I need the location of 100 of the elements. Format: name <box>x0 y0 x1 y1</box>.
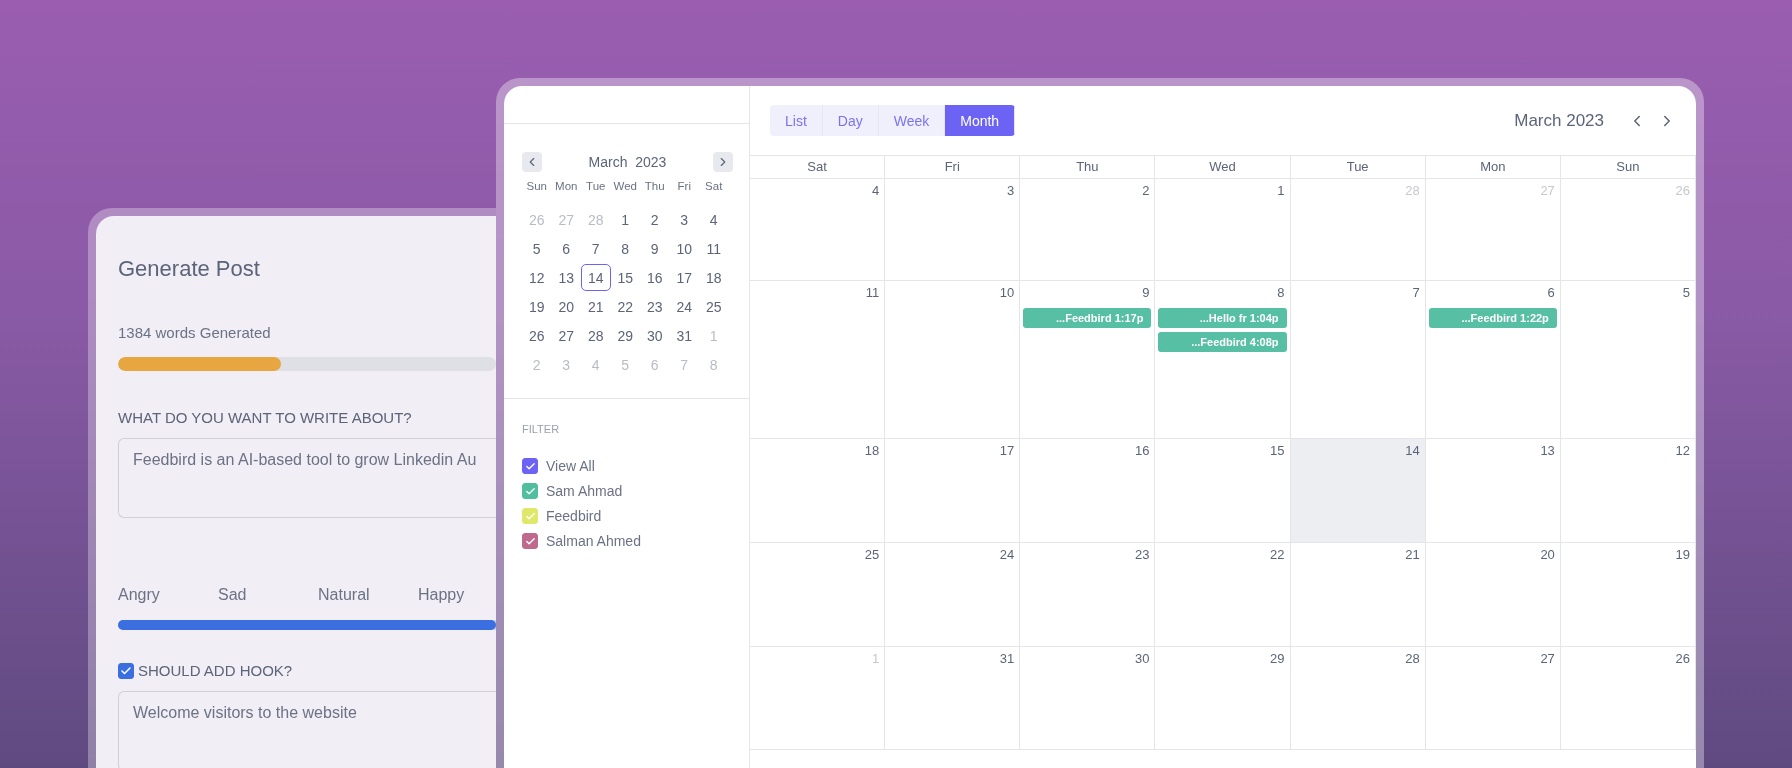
day-number: 8 <box>1277 285 1286 300</box>
day-number: 13 <box>1540 443 1556 458</box>
weekday-label: Mon <box>554 180 579 192</box>
mini-calendar-day[interactable]: 30 <box>640 322 670 349</box>
day-cell[interactable]: 26 <box>1560 647 1696 750</box>
day-cell[interactable]: 17 <box>885 439 1021 543</box>
mini-calendar-day[interactable]: 7 <box>581 235 611 262</box>
day-cell[interactable]: 14 <box>1290 439 1426 543</box>
mini-calendar-day[interactable]: 17 <box>669 264 699 291</box>
words-count: 1384 words Generated <box>118 324 271 341</box>
day-number: 28 <box>1405 651 1421 666</box>
day-cell[interactable]: 21 <box>1290 543 1426 647</box>
view-tab[interactable]: List <box>770 105 823 136</box>
day-cell[interactable]: 31 <box>885 647 1021 750</box>
day-number: 7 <box>1412 285 1421 300</box>
day-cell[interactable]: 23 <box>1020 543 1156 647</box>
filter-label: Sam Ahmad <box>546 483 623 499</box>
day-cell[interactable]: 4 <box>750 179 886 281</box>
day-cell[interactable]: 15 <box>1155 439 1291 543</box>
day-cell[interactable]: 7 <box>1290 281 1426 439</box>
tone-slider-fill[interactable] <box>118 620 496 630</box>
mini-calendar-day[interactable]: 31 <box>669 322 699 349</box>
day-number: 14 <box>1405 443 1421 458</box>
day-cell[interactable]: 13 <box>1425 439 1561 543</box>
panel-title: Generate Post <box>118 256 260 282</box>
day-cell[interactable]: 25 <box>750 543 886 647</box>
mini-calendar-day[interactable]: 9 <box>640 235 670 262</box>
day-number: 25 <box>864 547 881 562</box>
topic-label: WHAT DO YOU WANT TO WRITE ABOUT? <box>118 409 412 426</box>
day-cell[interactable]: 30 <box>1020 647 1156 750</box>
mini-calendar-day[interactable]: 12 <box>522 264 552 291</box>
mini-calendar-day[interactable]: 21 <box>581 293 611 320</box>
mini-calendar-day[interactable]: 16 <box>640 264 670 291</box>
day-cell[interactable]: 18 <box>750 439 886 543</box>
mini-calendar-day[interactable]: 22 <box>610 293 640 320</box>
mini-calendar-day[interactable]: 5 <box>522 235 552 262</box>
mini-calendar-day[interactable]: 27 <box>551 322 581 349</box>
weekday-label: Sun <box>525 180 548 192</box>
mini-calendar-day[interactable]: 18 <box>699 264 729 291</box>
mini-calendar-day[interactable]: 6 <box>551 235 581 262</box>
mini-calendar-day[interactable]: 4 <box>699 206 729 233</box>
mini-calendar-day[interactable]: 26 <box>522 322 552 349</box>
day-cell[interactable]: 10 <box>885 281 1021 439</box>
day-cell[interactable]: 6 ...Feedbird 1:22p <box>1425 281 1561 439</box>
day-cell[interactable]: 12 <box>1560 439 1696 543</box>
next-month-button[interactable] <box>713 152 733 172</box>
mini-calendar-day[interactable]: 23 <box>640 293 670 320</box>
day-cell[interactable]: 2 <box>1020 179 1156 281</box>
topic-field[interactable]: Feedbird is an AI-based tool to grow Linkedin Au <box>118 438 496 518</box>
day-cell[interactable]: 28 <box>1290 647 1426 750</box>
mini-calendar-day[interactable]: 11 <box>699 235 729 262</box>
mini-calendar-day[interactable]: 29 <box>610 322 640 349</box>
mini-calendar-day[interactable]: 15 <box>610 264 640 291</box>
hook-checkbox[interactable] <box>118 662 134 679</box>
day-cell[interactable]: 20 <box>1425 543 1561 647</box>
day-cell[interactable]: 16 <box>1020 439 1156 543</box>
day-cell[interactable]: 19 <box>1560 543 1696 647</box>
mini-calendar-day[interactable]: 8 <box>610 235 640 262</box>
mini-calendar-day[interactable]: 2 <box>640 206 670 233</box>
tone-label: Natural <box>318 586 371 604</box>
filter-checkbox[interactable] <box>522 483 538 499</box>
view-tab[interactable]: Day <box>822 105 879 136</box>
mini-calendar-day[interactable]: 10 <box>669 235 699 262</box>
day-cell[interactable]: 11 <box>750 281 886 439</box>
mini-calendar-day[interactable]: 14 <box>581 264 611 291</box>
weekday-label: Thu <box>643 180 666 192</box>
mini-calendar-day[interactable]: 24 <box>669 293 699 320</box>
day-cell[interactable]: 3 <box>885 179 1021 281</box>
day-number: 15 <box>1270 443 1286 458</box>
mini-calendar-day[interactable]: 28 <box>581 322 611 349</box>
filter-checkbox[interactable] <box>522 458 538 474</box>
day-cell[interactable]: 24 <box>885 543 1021 647</box>
day-cell[interactable]: 27 <box>1425 647 1561 750</box>
weekday-label: Sat <box>704 180 724 192</box>
day-number: 29 <box>1270 651 1286 666</box>
day-cell[interactable]: 22 <box>1155 543 1291 647</box>
day-number: 1 <box>871 651 881 666</box>
day-number: 6 <box>1547 285 1556 300</box>
tone-label: Angry <box>118 586 161 604</box>
day-number: 22 <box>1270 547 1286 562</box>
day-cell[interactable]: 1 <box>1155 179 1291 281</box>
filter-checkbox[interactable] <box>522 533 538 549</box>
hook-field[interactable]: Welcome visitors to the website <box>118 691 496 768</box>
mini-calendar-day[interactable]: 3 <box>669 206 699 233</box>
day-number: 28 <box>1405 183 1421 198</box>
mini-calendar-day[interactable]: 13 <box>551 264 581 291</box>
day-number: 27 <box>1540 183 1556 198</box>
mini-calendar-day[interactable]: 1 <box>610 206 640 233</box>
mini-calendar-day[interactable]: 19 <box>522 293 552 320</box>
day-number: 26 <box>1675 651 1691 666</box>
day-cell[interactable]: 9 ...Feedbird 1:17p <box>1020 281 1156 439</box>
view-tab[interactable]: Week <box>878 105 946 136</box>
day-cell[interactable]: 5 <box>1560 281 1696 439</box>
mini-calendar-month: March 2023 <box>588 154 667 170</box>
mini-calendar-day[interactable]: 20 <box>551 293 581 320</box>
mini-calendar-day[interactable]: 25 <box>699 293 729 320</box>
day-number: 20 <box>1540 547 1556 562</box>
day-cell[interactable]: 29 <box>1155 647 1291 750</box>
view-tab[interactable]: Month <box>945 105 1016 136</box>
previous-month-button[interactable] <box>522 152 542 172</box>
